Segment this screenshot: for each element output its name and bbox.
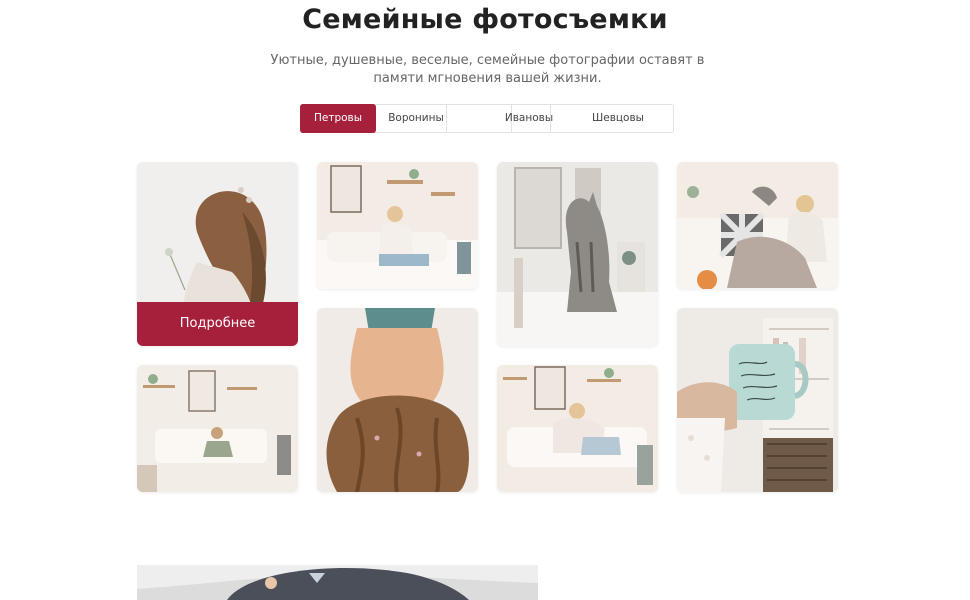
photo-card-girl-lying-hair[interactable] — [317, 308, 478, 492]
tab-divider — [550, 105, 551, 132]
photo-woman-with-cat-reading — [677, 162, 838, 289]
photo-card-woman-with-cat-reading[interactable] — [677, 162, 838, 289]
tab-shevtsovy[interactable]: Шевцовы — [575, 104, 661, 133]
tab-petrovy[interactable]: Петровы — [300, 104, 376, 133]
next-section-photo — [137, 565, 538, 600]
next-section-image — [137, 565, 538, 600]
tab-voroniny[interactable]: Воронины — [376, 104, 456, 133]
more-button[interactable]: Подробнее — [137, 302, 298, 346]
photo-card-girl-hair-flowers[interactable]: Подробнее — [137, 162, 298, 346]
photo-girl-lying-hair — [317, 308, 478, 492]
photo-card-cat-on-shelf[interactable] — [497, 162, 658, 346]
family-tabs: Петровы Воронины Ивановы Шевцовы — [300, 104, 674, 133]
tab-ivanovy[interactable]: Ивановы — [493, 104, 565, 133]
photo-hand-holding-mug — [677, 308, 838, 492]
photo-card-woman-on-couch-reading[interactable] — [317, 162, 478, 289]
photo-mother-daughter-couch — [497, 365, 658, 492]
photo-card-girl-in-room[interactable] — [137, 365, 298, 492]
photo-cat-on-shelf — [497, 162, 658, 346]
photo-card-mother-daughter-couch[interactable] — [497, 365, 658, 492]
page-title: Семейные фотосъемки — [302, 4, 668, 35]
photo-card-hand-holding-mug[interactable] — [677, 308, 838, 492]
photo-woman-on-couch-reading — [317, 162, 478, 289]
page-subtitle: Уютные, душевные, веселые, семейные фото… — [270, 53, 705, 86]
photo-girl-in-room — [137, 365, 298, 492]
